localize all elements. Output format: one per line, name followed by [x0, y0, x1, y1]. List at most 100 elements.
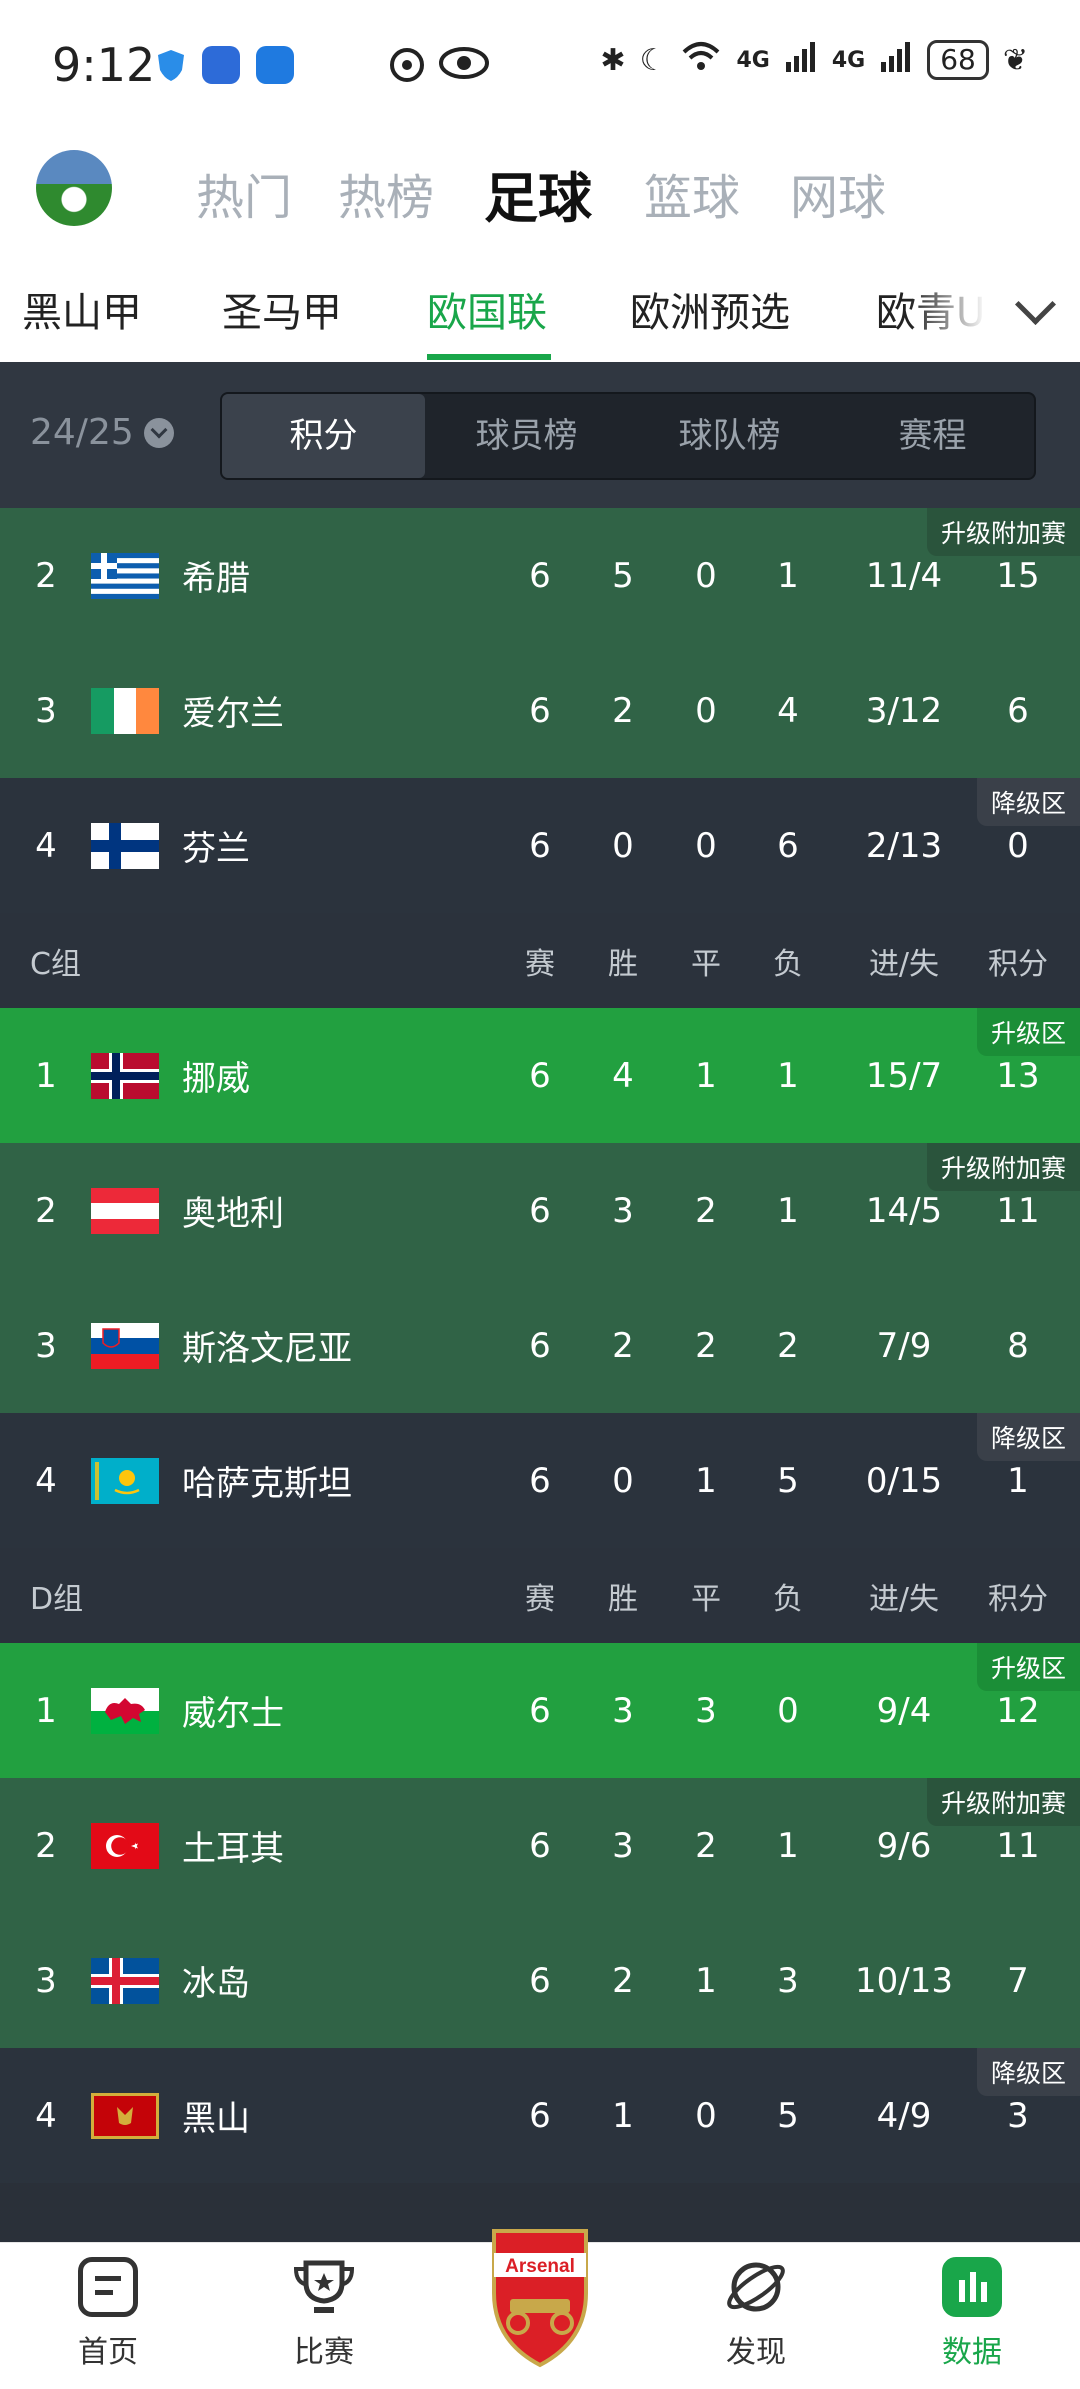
signal-bars-2-icon	[879, 40, 913, 80]
team-drawn: 0	[695, 825, 717, 866]
team-played: 6	[529, 825, 551, 866]
headset-icon	[388, 46, 426, 88]
active-tab-indicator	[427, 354, 551, 360]
wales-flag-icon	[91, 1687, 159, 1734]
tab-league-san-marino[interactable]: 圣马甲	[222, 280, 342, 338]
team-name[interactable]: 哈萨克斯坦	[182, 1413, 482, 1548]
group-header: C组 赛 胜 平 负 进/失 积分	[0, 913, 1080, 1008]
status-right-icons: ✱ ☾ 4G 4G 68 ❦	[600, 40, 1028, 80]
team-lost: 0	[777, 1690, 799, 1731]
team-lost: 3	[777, 1960, 799, 2001]
col-goals: 进/失	[868, 946, 940, 982]
zone-badge: 降级区	[976, 1413, 1080, 1461]
team-rank: 3	[35, 1325, 57, 1366]
col-points: 积分	[988, 1581, 1048, 1617]
nav-home-label: 首页	[78, 2335, 138, 2370]
flag-iceland-icon	[90, 1913, 160, 2048]
segment-players[interactable]: 球员榜	[425, 394, 628, 478]
team-drawn: 2	[695, 1825, 717, 1866]
team-name[interactable]: 黑山	[182, 2048, 482, 2183]
zone-badge: 降级区	[976, 778, 1080, 826]
team-name[interactable]: 冰岛	[182, 1913, 482, 2048]
tab-hot[interactable]: 热门	[196, 158, 292, 228]
table-row[interactable]: 3 冰岛 6 2 1 3 10/13 7	[0, 1913, 1080, 2048]
col-won: 胜	[608, 1581, 638, 1617]
team-points: 6	[1007, 690, 1029, 731]
ireland-flag-icon	[91, 687, 159, 734]
team-lost: 5	[777, 2095, 799, 2136]
team-drawn: 1	[695, 1055, 717, 1096]
team-played: 6	[529, 690, 551, 731]
tab-hot-list[interactable]: 热榜	[338, 158, 434, 228]
team-name[interactable]: 土耳其	[182, 1778, 482, 1913]
team-played: 6	[529, 1460, 551, 1501]
team-name[interactable]: 威尔士	[182, 1643, 482, 1778]
team-drawn: 1	[695, 1460, 717, 1501]
team-lost: 5	[777, 1460, 799, 1501]
flag-greece-icon	[90, 508, 160, 643]
season-label: 24/25	[30, 412, 134, 453]
tab-league-montenegro[interactable]: 黑山甲	[22, 280, 142, 338]
team-goals: 3/12	[865, 690, 943, 731]
team-lost: 1	[777, 1825, 799, 1866]
flag-kazakhstan-icon	[90, 1413, 160, 1548]
table-row[interactable]: 4 芬兰 6 0 0 6 2/13 0 降级区	[0, 778, 1080, 913]
table-row[interactable]: 3 斯洛文尼亚 6 2 2 2 7/9 8	[0, 1278, 1080, 1413]
team-name[interactable]: 希腊	[182, 508, 482, 643]
data-bars-icon	[942, 2257, 1002, 2317]
nav-discover[interactable]: 发现	[686, 2257, 826, 2371]
nav-data[interactable]: 数据	[902, 2257, 1042, 2371]
tab-basketball[interactable]: 篮球	[644, 158, 740, 228]
arsenal-crest-icon[interactable]: Arsenal	[488, 2223, 592, 2369]
battery-icon: 68	[927, 40, 989, 80]
team-name[interactable]: 爱尔兰	[182, 643, 482, 778]
team-name[interactable]: 芬兰	[182, 778, 482, 913]
team-rank: 4	[35, 1460, 57, 1501]
team-won: 3	[612, 1190, 634, 1231]
wifi-icon	[680, 40, 722, 80]
team-rank: 2	[35, 1825, 57, 1866]
table-row[interactable]: 2 土耳其 6 3 2 1 9/6 11 升级附加赛	[0, 1778, 1080, 1913]
status-time: 9:12	[52, 38, 156, 92]
team-rank: 4	[35, 2095, 57, 2136]
table-row[interactable]: 1 挪威 6 4 1 1 15/7 13 升级区	[0, 1008, 1080, 1143]
team-rank: 1	[35, 1690, 57, 1731]
tab-league-nations-league[interactable]: 欧国联	[427, 280, 547, 338]
table-row[interactable]: 2 奥地利 6 3 2 1 14/5 11 升级附加赛	[0, 1143, 1080, 1278]
team-won: 3	[612, 1825, 634, 1866]
nav-matches[interactable]: 比赛	[254, 2257, 394, 2371]
team-won: 2	[612, 1960, 634, 2001]
tab-tennis[interactable]: 网球	[790, 158, 886, 228]
group-header: D组 赛 胜 平 负 进/失 积分	[0, 1548, 1080, 1643]
team-drawn: 0	[695, 2095, 717, 2136]
segment-standings[interactable]: 积分	[222, 394, 425, 478]
flag-turkey-icon	[90, 1778, 160, 1913]
avatar[interactable]	[36, 150, 112, 226]
nav-home[interactable]: 首页	[38, 2257, 178, 2371]
table-row[interactable]: 3 爱尔兰 6 2 0 4 3/12 6	[0, 643, 1080, 778]
flag-austria-icon	[90, 1143, 160, 1278]
zone-badge: 升级附加赛	[926, 508, 1080, 556]
table-row[interactable]: 2 希腊 6 5 0 1 11/4 15 升级附加赛	[0, 508, 1080, 643]
table-row[interactable]: 4 黑山 6 1 0 5 4/9 3 降级区	[0, 2048, 1080, 2183]
league-nav: 黑山甲 圣马甲 欧国联 欧洲预选 欧青U	[0, 250, 1080, 362]
segment-schedule[interactable]: 赛程	[831, 394, 1034, 478]
table-row[interactable]: 1 威尔士 6 3 3 0 9/4 12 升级区	[0, 1643, 1080, 1778]
segment-teams[interactable]: 球队榜	[628, 394, 831, 478]
zone-badge: 升级区	[976, 1643, 1080, 1691]
table-row[interactable]: 4 哈萨克斯坦 6 0 1 5 0/15 1 降级区	[0, 1413, 1080, 1548]
team-rank: 3	[35, 690, 57, 731]
team-drawn: 0	[695, 690, 717, 731]
team-name[interactable]: 奥地利	[182, 1143, 482, 1278]
tab-league-euro-qualifiers[interactable]: 欧洲预选	[630, 280, 790, 338]
tab-football[interactable]: 足球	[484, 154, 592, 233]
team-played: 6	[529, 1055, 551, 1096]
zone-badge: 升级附加赛	[926, 1778, 1080, 1826]
team-name[interactable]: 斯洛文尼亚	[182, 1278, 482, 1413]
standings-panel: 24/25 积分 球员榜 球队榜 赛程 2 希腊 6 5 0 1 11/4 15 升级附加赛 3 爱…	[0, 362, 1080, 2242]
team-name[interactable]: 挪威	[182, 1008, 482, 1143]
team-goals: 10/13	[855, 1960, 953, 2001]
season-selector[interactable]: 24/25	[30, 412, 174, 453]
zone-badge: 升级区	[976, 1008, 1080, 1056]
team-drawn: 3	[695, 1690, 717, 1731]
